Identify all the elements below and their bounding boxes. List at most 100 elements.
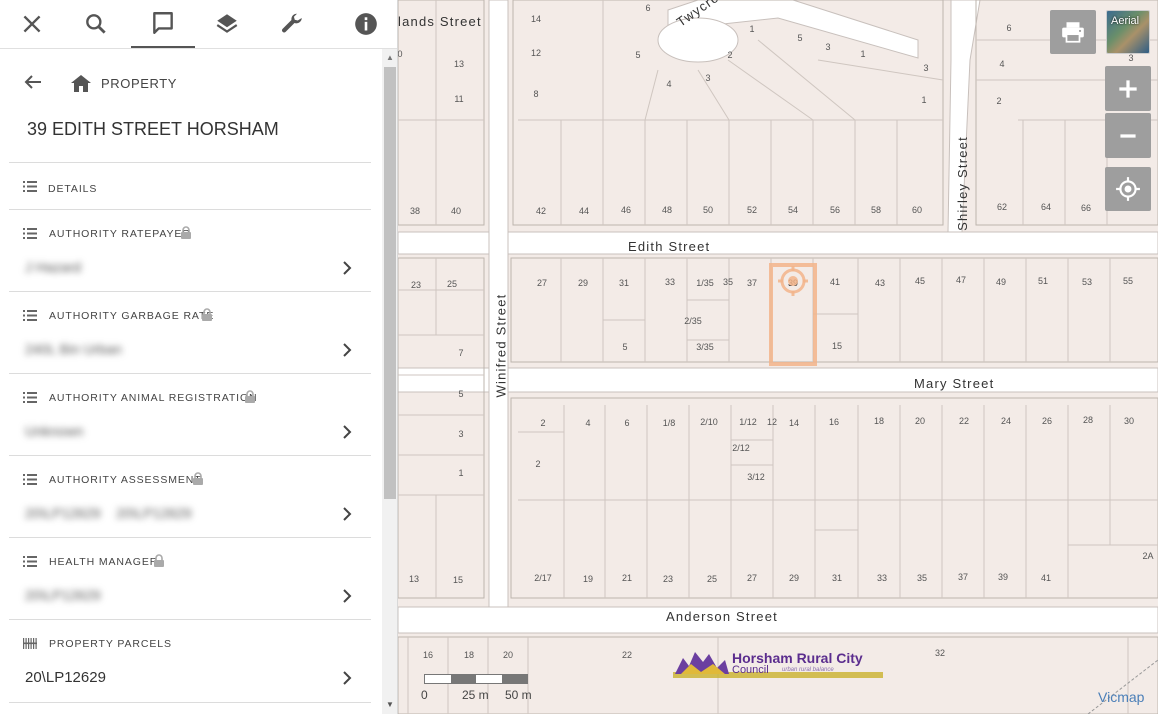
lot-number: 3 bbox=[825, 42, 831, 52]
lot-number: 54 bbox=[787, 205, 799, 215]
lock-icon bbox=[202, 308, 212, 321]
lot-number: 33 bbox=[876, 573, 888, 583]
lot-number: 41 bbox=[829, 277, 841, 287]
lot-number: 1/12 bbox=[739, 417, 757, 427]
lot-number: 12 bbox=[766, 417, 778, 427]
search-icon bbox=[86, 14, 106, 34]
panel-toolbar bbox=[0, 0, 397, 49]
location-marker-icon bbox=[778, 266, 808, 296]
lot-number: 2 bbox=[727, 50, 733, 60]
tools-button[interactable] bbox=[260, 0, 324, 48]
print-icon bbox=[1062, 22, 1084, 43]
lot-number: 37 bbox=[746, 278, 758, 288]
lot-number: 2 bbox=[540, 418, 546, 428]
section-property-parcels[interactable]: PROPERTY PARCELS 20\LP12629 bbox=[9, 619, 371, 703]
list-icon bbox=[23, 392, 37, 403]
section-value: J Hazard bbox=[25, 259, 82, 275]
lot-number: 5 bbox=[635, 50, 641, 60]
vicmap-attribution[interactable]: Vicmap bbox=[1098, 689, 1144, 705]
lot-number: 38 bbox=[409, 206, 421, 216]
comment-tab[interactable] bbox=[131, 0, 195, 48]
lot-number: 1/8 bbox=[662, 418, 676, 428]
section-authority-ratepayer[interactable]: AUTHORITY RATEPAYER J Hazard bbox=[9, 209, 371, 291]
page-title: 39 EDITH STREET HORSHAM bbox=[27, 119, 279, 139]
lot-number: 4 bbox=[585, 418, 591, 428]
zoom-out-icon bbox=[1120, 133, 1136, 138]
property-panel: PROPERTY 39 EDITH STREET HORSHAM DETAILS… bbox=[0, 0, 398, 714]
lot-number: 5 bbox=[797, 33, 803, 43]
section-title: AUTHORITY ANIMAL REGISTRATION bbox=[49, 392, 258, 404]
scrollbar-thumb[interactable] bbox=[384, 67, 396, 499]
lot-number: 28 bbox=[1082, 415, 1094, 425]
section-details[interactable]: DETAILS bbox=[9, 162, 371, 210]
lock-icon bbox=[245, 390, 255, 403]
lot-number: 2A bbox=[1142, 551, 1154, 561]
lot-number: 32 bbox=[934, 648, 946, 658]
layers-button[interactable] bbox=[195, 0, 259, 48]
lot-number: 24 bbox=[1000, 416, 1012, 426]
lot-number: 15 bbox=[452, 575, 464, 585]
lot-number: 55 bbox=[1122, 276, 1134, 286]
search-button[interactable] bbox=[64, 0, 128, 48]
lot-number: 33 bbox=[664, 277, 676, 287]
lot-number: 27 bbox=[746, 573, 758, 583]
lot-number: 14 bbox=[788, 418, 800, 428]
chevron-right-icon bbox=[343, 425, 352, 439]
lot-number: 2/35 bbox=[684, 316, 702, 326]
lot-number: 26 bbox=[1041, 416, 1053, 426]
street-label-shirley: Shirley Street bbox=[954, 136, 970, 231]
lot-number: 3 bbox=[923, 63, 929, 73]
section-authority-assessment[interactable]: AUTHORITY ASSESSMENT 20\LP12629 20\LP126… bbox=[9, 455, 371, 537]
lot-number: 0 bbox=[398, 49, 403, 59]
lot-number: 39 bbox=[997, 572, 1009, 582]
lot-number: 49 bbox=[995, 277, 1007, 287]
scale-label: 0 bbox=[421, 688, 428, 702]
lot-number: 41 bbox=[1040, 573, 1052, 583]
lot-number: 60 bbox=[911, 205, 923, 215]
lot-number: 14 bbox=[530, 14, 542, 24]
locate-button[interactable] bbox=[1105, 167, 1151, 211]
map-view[interactable]: Edith Street Mary Street Anderson Street… bbox=[398, 0, 1158, 714]
lot-number: 35 bbox=[722, 277, 734, 287]
lot-number: 27 bbox=[536, 278, 548, 288]
print-button[interactable] bbox=[1050, 10, 1096, 54]
lot-number: 5 bbox=[458, 389, 464, 399]
lot-number: 6 bbox=[645, 3, 651, 13]
close-button[interactable] bbox=[0, 0, 64, 48]
lot-number: 2/10 bbox=[700, 417, 718, 427]
section-health-manager[interactable]: HEALTH MANAGER 20\LP12629 bbox=[9, 537, 371, 619]
lot-number: 46 bbox=[620, 205, 632, 215]
scroll-up-arrow[interactable]: ▲ bbox=[382, 49, 397, 67]
comment-icon bbox=[153, 12, 173, 34]
section-value: 20\LP12629 bbox=[25, 669, 106, 686]
lot-number: 20 bbox=[914, 416, 926, 426]
lot-number: 4 bbox=[666, 79, 672, 89]
zoom-out-button[interactable] bbox=[1105, 113, 1151, 158]
lot-number: 37 bbox=[957, 572, 969, 582]
info-button[interactable] bbox=[334, 0, 397, 48]
lot-number: 20 bbox=[502, 650, 514, 660]
section-authority-garbage-rate[interactable]: AUTHORITY GARBAGE RATE 240L Bin Urban bbox=[9, 291, 371, 373]
lot-number: 2 bbox=[535, 459, 541, 469]
lot-number: 3 bbox=[1128, 53, 1134, 63]
street-label-winifred: Winifred Street bbox=[493, 293, 509, 398]
back-button[interactable] bbox=[20, 71, 46, 93]
aerial-basemap-toggle[interactable]: Aerial bbox=[1106, 10, 1150, 54]
lot-number: 40 bbox=[450, 206, 462, 216]
scroll-down-arrow[interactable]: ▼ bbox=[382, 696, 397, 714]
street-label-highlands: lands Street bbox=[398, 14, 482, 29]
council-tagline: urban rural balance bbox=[782, 667, 834, 673]
panel-scrollbar[interactable]: ▲ ▼ bbox=[382, 49, 397, 714]
lot-number: 51 bbox=[1037, 276, 1049, 286]
lot-number: 47 bbox=[955, 275, 967, 285]
home-icon bbox=[71, 75, 91, 92]
section-authority-animal-registration[interactable]: AUTHORITY ANIMAL REGISTRATION Unknown bbox=[9, 373, 371, 455]
lot-number: 2/17 bbox=[534, 573, 552, 583]
lot-number: 48 bbox=[661, 205, 673, 215]
list-icon bbox=[23, 181, 37, 192]
map-parcels bbox=[398, 0, 1158, 714]
lot-number: 44 bbox=[578, 206, 590, 216]
lock-icon bbox=[154, 554, 164, 567]
zoom-in-button[interactable] bbox=[1105, 66, 1151, 111]
locate-icon bbox=[1116, 177, 1140, 201]
